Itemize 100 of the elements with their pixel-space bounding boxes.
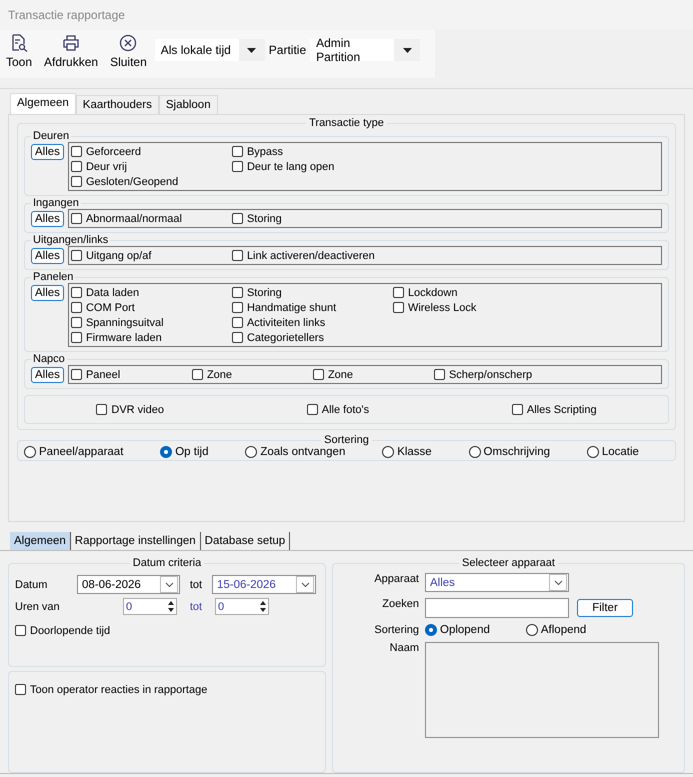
checkbox-label: Zone: [328, 368, 354, 380]
checkbox[interactable]: Abnormaal/normaal: [70, 211, 232, 226]
checkbox-box[interactable]: [434, 369, 445, 380]
checkbox-label: Doorlopende tijd: [30, 624, 110, 636]
checkbox-box[interactable]: [15, 625, 26, 636]
checkbox-box[interactable]: [232, 317, 243, 328]
checkbox[interactable]: Link activeren/deactiveren: [232, 248, 393, 263]
checkbox[interactable]: Wireless Lock: [392, 300, 554, 315]
checkbox[interactable]: COM Port: [70, 300, 232, 315]
checkbox[interactable]: Storing: [232, 285, 393, 300]
search-field[interactable]: [425, 598, 569, 618]
checkbox-box[interactable]: [512, 404, 523, 415]
checkbox-box[interactable]: [70, 161, 82, 172]
checkbox-box[interactable]: [70, 332, 82, 343]
partition-dropdown[interactable]: Admin Partition: [310, 39, 420, 61]
checkbox[interactable]: Handmatige shunt: [232, 300, 393, 315]
time-mode-dropdown[interactable]: Als lokale tijd: [154, 39, 265, 61]
radio-button[interactable]: [382, 446, 394, 458]
checkbox-box[interactable]: [70, 302, 82, 313]
tab[interactable]: Database setup: [200, 532, 290, 550]
checkbox[interactable]: Doorlopende tijd: [15, 623, 319, 638]
checkbox-box[interactable]: [232, 332, 243, 343]
checkbox-label: Link activeren/deactiveren: [246, 250, 375, 262]
checkbox-label: Uitgang op/af: [86, 250, 152, 262]
checkbox-box[interactable]: [15, 684, 26, 695]
checkbox-label: Zone: [206, 368, 232, 380]
tab[interactable]: Rapportage instellingen: [70, 532, 201, 550]
radio-button[interactable]: [468, 446, 481, 458]
checkbox[interactable]: Categorietellers: [232, 330, 393, 345]
select-all-button[interactable]: Alles: [31, 211, 64, 227]
checkbox[interactable]: Zone: [192, 367, 313, 382]
checkbox[interactable]: Alles Scripting: [512, 402, 597, 417]
radio-label: Oplopend: [440, 624, 490, 636]
select-all-button[interactable]: Alles: [31, 248, 64, 264]
device-dropdown[interactable]: Alles: [425, 573, 569, 592]
checkbox-box[interactable]: [232, 302, 243, 313]
checkbox[interactable]: Bypass: [232, 144, 393, 159]
checkbox[interactable]: Uitgang op/af: [70, 248, 232, 263]
checkbox-box[interactable]: [306, 404, 318, 415]
checkbox-box[interactable]: [70, 146, 82, 157]
checkbox[interactable]: Zone: [312, 367, 434, 382]
checkbox-box[interactable]: [312, 369, 324, 380]
checkbox[interactable]: Deur te lang open: [232, 159, 393, 174]
dropdown-arrow-icon: [402, 48, 412, 52]
radio-button[interactable]: [425, 624, 437, 636]
date-dropdown[interactable]: 08-06-2026: [77, 575, 180, 594]
checkbox[interactable]: DVR video: [96, 402, 164, 417]
checkbox[interactable]: Gesloten/Geopend: [70, 174, 232, 189]
name-list[interactable]: [425, 642, 659, 738]
checkbox-box[interactable]: [70, 317, 82, 328]
checkbox[interactable]: Toon operator reacties in rapportage: [15, 682, 319, 697]
tab[interactable]: Algemeen: [10, 532, 71, 550]
radio-label: Op tijd: [175, 446, 208, 458]
radio-button[interactable]: [24, 446, 36, 458]
tab[interactable]: Sjabloon: [158, 95, 218, 114]
checkbox[interactable]: Lockdown: [392, 285, 554, 300]
checkbox-label: Alle foto's: [322, 404, 370, 416]
toolbar-button[interactable]: Afdrukken: [40, 34, 102, 69]
tab[interactable]: Kaarthouders: [76, 95, 159, 114]
select-all-button[interactable]: Alles: [31, 367, 64, 383]
checkbox-box[interactable]: [232, 161, 243, 172]
checkbox-box[interactable]: [192, 369, 203, 380]
checkbox-label: Bypass: [246, 146, 284, 158]
select-all-button[interactable]: Alles: [31, 144, 64, 160]
number-spinner[interactable]: 0: [123, 598, 177, 615]
checkbox[interactable]: Scherp/onscherp: [434, 367, 555, 382]
toolbar-button[interactable]: Toon: [2, 34, 36, 69]
number-spinner[interactable]: 0: [215, 598, 269, 615]
checkbox[interactable]: Deur vrij: [70, 159, 232, 174]
checkbox-box[interactable]: [232, 213, 243, 224]
checkbox-box[interactable]: [70, 176, 82, 187]
date-dropdown[interactable]: 15-06-2026: [212, 575, 316, 594]
checkbox-box[interactable]: [70, 369, 82, 380]
checkbox-box[interactable]: [70, 213, 82, 224]
checkbox-box[interactable]: [392, 302, 404, 313]
checkbox-box[interactable]: [96, 404, 108, 415]
filter-button[interactable]: Filter: [577, 599, 633, 617]
select-all-button[interactable]: Alles: [31, 285, 64, 301]
checkbox-box[interactable]: [232, 146, 243, 157]
checkbox-box[interactable]: [70, 287, 82, 298]
checkbox-label: Storing: [246, 286, 282, 298]
checkbox[interactable]: Spanningsuitval: [70, 315, 232, 330]
checkbox-box[interactable]: [70, 250, 82, 261]
checkbox[interactable]: Geforceerd: [70, 144, 232, 159]
checkbox-label: Wireless Lock: [408, 302, 476, 314]
checkbox[interactable]: Alle foto's: [306, 402, 370, 417]
checkbox[interactable]: Paneel: [70, 367, 192, 382]
tab[interactable]: Algemeen: [10, 93, 76, 114]
checkbox[interactable]: Firmware laden: [70, 330, 232, 345]
checkbox[interactable]: Activiteiten links: [232, 315, 393, 330]
checkbox[interactable]: Storing: [232, 211, 393, 226]
checkbox[interactable]: Data laden: [70, 285, 232, 300]
checkbox-box[interactable]: [392, 287, 404, 298]
checkbox-box[interactable]: [232, 287, 243, 298]
radio-button[interactable]: [245, 446, 258, 458]
radio-button[interactable]: [586, 446, 599, 458]
radio-button[interactable]: [526, 624, 538, 636]
toolbar-button[interactable]: Sluiten: [106, 34, 151, 69]
radio-button[interactable]: [160, 446, 172, 458]
checkbox-box[interactable]: [232, 250, 243, 261]
